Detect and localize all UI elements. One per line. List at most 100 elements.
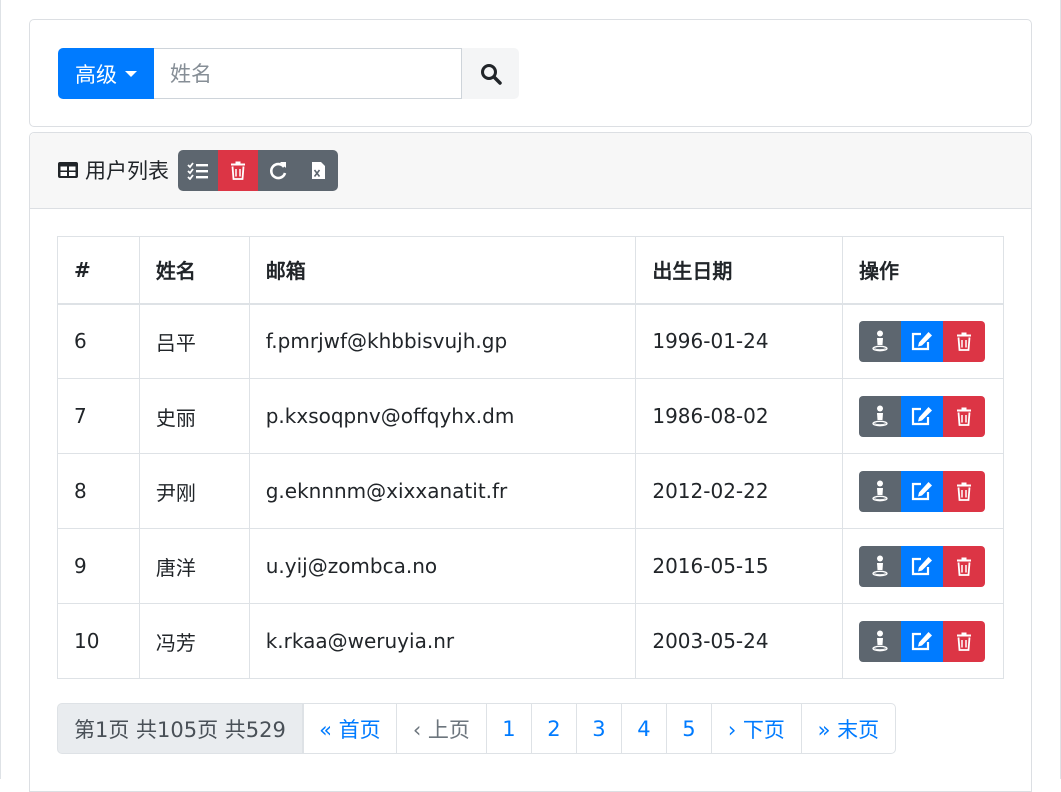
edit-icon (911, 407, 932, 426)
user-icon (872, 480, 888, 502)
view-button[interactable] (858, 320, 901, 362)
first-page-link[interactable]: « 首页 (302, 703, 397, 754)
user-icon (872, 630, 888, 652)
cell-actions (841, 453, 1005, 529)
cell-email: f.pmrjwf@khbbisvujh.gp (248, 303, 637, 379)
column-header-email[interactable]: 邮箱 (248, 236, 637, 305)
cell-email: u.yij@zombca.no (248, 528, 637, 604)
caret-down-icon (125, 70, 137, 77)
cell-birthdate: 2012-02-22 (635, 453, 843, 529)
table-row: 6 吕平 f.pmrjwf@khbbisvujh.gp 1996-01-24 (57, 303, 1005, 379)
delete-button[interactable] (942, 470, 985, 512)
row-action-group (858, 620, 985, 662)
row-action-group (858, 545, 985, 587)
table-row: 10 冯芳 k.rkaa@weruyia.nr 2003-05-24 (57, 603, 1005, 679)
page-link-2[interactable]: 2 (531, 703, 577, 754)
list-title-label: 用户列表 (85, 159, 169, 183)
trash-icon (231, 161, 245, 180)
name-search-input[interactable] (154, 48, 462, 99)
search-card: 高级 (29, 19, 1032, 127)
view-button[interactable] (858, 470, 901, 512)
edit-icon (911, 332, 932, 351)
cell-id: 8 (57, 453, 140, 529)
table-header-row: # 姓名 邮箱 出生日期 操作 (57, 236, 1005, 305)
export-excel-button[interactable] (298, 150, 338, 191)
cell-name: 唐洋 (138, 528, 250, 604)
last-page-link[interactable]: » 末页 (801, 703, 896, 754)
edit-button[interactable] (900, 470, 943, 512)
cell-email: g.eknnnm@xixxanatit.fr (248, 453, 637, 529)
list-header: 用户列表 (30, 133, 1031, 209)
trash-icon (956, 332, 971, 351)
page-link-1[interactable]: 1 (486, 703, 532, 754)
page-link-4[interactable]: 4 (621, 703, 667, 754)
batch-delete-button[interactable] (218, 150, 258, 191)
refresh-button[interactable] (258, 150, 298, 191)
table-icon (58, 162, 78, 178)
batch-select-button[interactable] (178, 150, 218, 191)
edit-icon (911, 482, 932, 501)
list-toolbar (178, 150, 338, 191)
view-button[interactable] (858, 395, 901, 437)
delete-button[interactable] (942, 320, 985, 362)
users-table: # 姓名 邮箱 出生日期 操作 6 吕平 f.pmrjwf@khbbisvujh… (57, 236, 1005, 679)
cell-id: 10 (57, 603, 140, 679)
trash-icon (956, 482, 971, 501)
edit-button[interactable] (900, 320, 943, 362)
view-button[interactable] (858, 545, 901, 587)
next-page-link[interactable]: › 下页 (711, 703, 802, 754)
user-icon (872, 405, 888, 427)
table-row: 8 尹刚 g.eknnnm@xixxanatit.fr 2012-02-22 (57, 453, 1005, 529)
search-icon (480, 63, 502, 85)
cell-name: 吕平 (138, 303, 250, 379)
prev-page-link[interactable]: ‹ 上页 (396, 703, 487, 754)
cell-birthdate: 1986-08-02 (635, 378, 843, 454)
trash-icon (956, 632, 971, 651)
page-info: 第1页 共105页 共529 (57, 703, 303, 754)
edit-button[interactable] (900, 395, 943, 437)
table-row: 9 唐洋 u.yij@zombca.no 2016-05-15 (57, 528, 1005, 604)
column-header-birthdate[interactable]: 出生日期 (635, 236, 843, 305)
table-row: 7 史丽 p.kxsoqpnv@offqyhx.dm 1986-08-02 (57, 378, 1005, 454)
edit-button[interactable] (900, 545, 943, 587)
advanced-label: 高级 (75, 62, 117, 87)
cell-birthdate: 2016-05-15 (635, 528, 843, 604)
cell-id: 6 (57, 303, 140, 379)
cell-actions (841, 303, 1005, 379)
cell-name: 史丽 (138, 378, 250, 454)
edit-button[interactable] (900, 620, 943, 662)
trash-icon (956, 557, 971, 576)
cell-id: 9 (57, 528, 140, 604)
column-header-id[interactable]: # (57, 236, 140, 305)
page-link-3[interactable]: 3 (576, 703, 622, 754)
cell-email: k.rkaa@weruyia.nr (248, 603, 637, 679)
view-button[interactable] (858, 620, 901, 662)
delete-button[interactable] (942, 620, 985, 662)
edit-icon (911, 557, 932, 576)
advanced-dropdown-button[interactable]: 高级 (58, 48, 154, 99)
user-icon (872, 555, 888, 577)
column-header-name[interactable]: 姓名 (138, 236, 250, 305)
list-title: 用户列表 (57, 155, 169, 185)
cell-actions (841, 528, 1005, 604)
excel-file-icon (311, 162, 325, 179)
edit-icon (911, 632, 932, 651)
cell-birthdate: 2003-05-24 (635, 603, 843, 679)
delete-button[interactable] (942, 545, 985, 587)
delete-button[interactable] (942, 395, 985, 437)
row-action-group (858, 320, 985, 362)
cell-email: p.kxsoqpnv@offqyhx.dm (248, 378, 637, 454)
row-action-group (858, 395, 985, 437)
cell-id: 7 (57, 378, 140, 454)
cell-name: 冯芳 (138, 603, 250, 679)
pagination: 第1页 共105页 共529 « 首页 ‹ 上页 1 2 3 4 5 › 下页 … (57, 703, 896, 755)
cell-birthdate: 1996-01-24 (635, 303, 843, 379)
cell-name: 尹刚 (138, 453, 250, 529)
search-button[interactable] (462, 48, 519, 99)
trash-icon (956, 407, 971, 426)
user-list-card: 用户列表 # 姓名 邮箱 出生日期 操作 6 吕平 f.pmrjwf@khbbi… (29, 132, 1032, 792)
page-link-5[interactable]: 5 (666, 703, 712, 754)
checklist-icon (187, 161, 208, 180)
row-action-group (858, 470, 985, 512)
column-header-actions: 操作 (841, 236, 1005, 305)
